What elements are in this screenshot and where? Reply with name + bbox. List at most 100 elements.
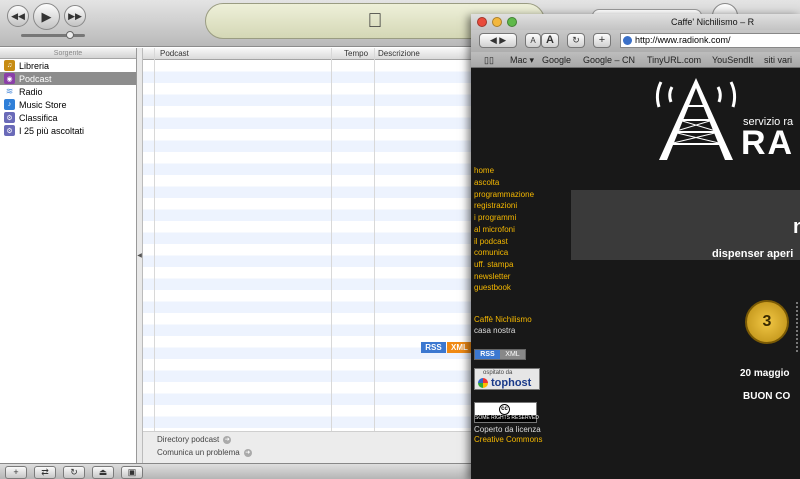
back-forward-button[interactable]: ◀ ▶ xyxy=(479,33,517,48)
source-item-podcast[interactable]: ◉ Podcast xyxy=(0,72,136,85)
cc-caption: Coperto da licenza xyxy=(474,425,541,434)
bookmark-label: Mac xyxy=(510,55,528,65)
nav-i-programmi[interactable]: i programmi xyxy=(474,213,516,222)
source-item-music-store[interactable]: ♪ Music Store xyxy=(0,98,136,111)
cc-rights-text: SOME RIGHTS RESERVED xyxy=(475,415,539,422)
add-bookmark-button[interactable]: + xyxy=(593,33,611,48)
web-content: servizio ra RA home ascolta programmazio… xyxy=(471,69,800,479)
text-smaller-button[interactable]: A xyxy=(525,33,541,48)
column-descrizione[interactable]: Descrizione xyxy=(378,49,420,58)
reload-button[interactable]: ↻ xyxy=(567,33,585,48)
nav-registrazioni[interactable]: registrazioni xyxy=(474,201,517,210)
source-item-label: I 25 più ascoltati xyxy=(19,125,85,136)
nav-programmazione[interactable]: programmazione xyxy=(474,190,534,199)
bookmark-tinyurl[interactable]: TinyURL.com xyxy=(647,55,701,65)
repeat-button[interactable]: ↻ xyxy=(63,466,85,479)
cc-link[interactable]: Creative Commons xyxy=(474,435,542,444)
play-button[interactable]: ▶ xyxy=(33,3,60,30)
xml-badge[interactable]: XML xyxy=(447,342,472,353)
source-item-top25[interactable]: ⚙ I 25 più ascoltati xyxy=(0,124,136,137)
column-divider xyxy=(374,48,375,431)
apple-logo-icon:  xyxy=(368,10,383,33)
source-item-libreria[interactable]: ♫ Libreria xyxy=(0,59,136,72)
safari-window: Caffe' Nichilismo – R ◀ ▶ A A ↻ + http:/… xyxy=(471,14,800,479)
playlist-icon: ⚙ xyxy=(4,125,15,136)
splitter-arrow-icon: ◀ xyxy=(137,253,142,259)
list-rows xyxy=(143,60,473,431)
nav-home[interactable]: home xyxy=(474,166,494,175)
minimize-icon[interactable] xyxy=(492,17,502,27)
radio-logo: servizio ra RA xyxy=(653,72,800,160)
tophost-logo-icon xyxy=(478,378,488,388)
podcast-list: Podcast Tempo Descrizione xyxy=(143,48,473,431)
bookmark-mac[interactable]: Mac ▾ xyxy=(510,55,534,66)
rss-xml-button[interactable]: RSS XML xyxy=(474,349,526,360)
tophost-brand: tophost xyxy=(491,377,532,389)
tophost-badge[interactable]: ospitato da tophost xyxy=(474,368,540,390)
bookmarks-book-icon[interactable]: ▯▯ xyxy=(484,55,494,66)
bookmark-google[interactable]: Google xyxy=(542,55,571,65)
report-problem-link[interactable]: Comunica un problema ➜ xyxy=(157,448,252,457)
greeting-text: BUON CO xyxy=(743,391,791,402)
bookmark-siti-vari[interactable]: siti vari xyxy=(764,55,792,65)
bookmark-google-cn[interactable]: Google – CN xyxy=(583,55,635,65)
visualizer-button[interactable]: ▣ xyxy=(121,466,143,479)
nav-guestbook[interactable]: guestbook xyxy=(474,283,511,292)
rss-badge[interactable]: RSS xyxy=(421,342,446,353)
window-title: Caffe' Nichilismo – R xyxy=(671,17,755,27)
source-item-classifica[interactable]: ⚙ Classifica xyxy=(0,111,136,124)
address-bar[interactable]: http://www.radionk.com/ xyxy=(620,33,800,48)
list-header: Podcast Tempo Descrizione xyxy=(143,48,473,60)
playlist-icon: ⚙ xyxy=(4,112,15,123)
source-item-label: Podcast xyxy=(19,73,52,84)
volume-knob[interactable] xyxy=(66,31,74,39)
nav-al-microfoni[interactable]: al microfoni xyxy=(474,225,515,234)
safari-titlebar: Caffe' Nichilismo – R xyxy=(471,14,800,30)
volume-slider[interactable] xyxy=(21,34,85,37)
add-playlist-button[interactable]: + xyxy=(5,466,27,479)
column-tempo[interactable]: Tempo xyxy=(344,49,368,58)
column-divider xyxy=(154,48,155,431)
list-footer: Directory podcast ➜ Comunica un problema ➜ xyxy=(143,431,473,463)
nav-newsletter[interactable]: newsletter xyxy=(474,272,510,281)
rss-badge: RSS xyxy=(475,350,500,359)
bookmark-yousendit[interactable]: YouSendIt xyxy=(712,55,753,65)
directory-podcast-link[interactable]: Directory podcast ➜ xyxy=(157,435,232,444)
safari-toolbar: ◀ ▶ A A ↻ + http://www.radionk.com/ xyxy=(471,30,800,52)
text-bigger-button[interactable]: A xyxy=(541,33,559,48)
column-divider xyxy=(331,48,332,431)
caffe-nichilismo-link[interactable]: Caffè Nichilismo xyxy=(474,315,532,324)
podcast-icon: ◉ xyxy=(4,73,15,84)
source-item-label: Libreria xyxy=(19,60,50,71)
nav-comunica[interactable]: comunica xyxy=(474,248,508,257)
arrow-right-icon: ➜ xyxy=(223,435,232,444)
close-icon[interactable] xyxy=(477,17,487,27)
nav-uff-stampa[interactable]: uff. stampa xyxy=(474,260,513,269)
source-item-radio[interactable]: ≋ Radio xyxy=(0,85,136,98)
shuffle-button[interactable]: ⇄ xyxy=(34,466,56,479)
directory-podcast-label: Directory podcast xyxy=(157,435,220,444)
award-medal-icon: 3 xyxy=(745,300,789,344)
zoom-icon[interactable] xyxy=(507,17,517,27)
source-item-label: Radio xyxy=(19,86,43,97)
caffe-subtitle: casa nostra xyxy=(474,326,516,335)
creative-commons-badge[interactable]: cc SOME RIGHTS RESERVED xyxy=(474,402,539,423)
medal-side-text xyxy=(796,302,800,352)
column-podcast[interactable]: Podcast xyxy=(160,49,189,58)
site-tagline: dispenser aperi xyxy=(712,248,794,260)
next-track-button[interactable]: ▶▶ xyxy=(64,5,86,27)
music-store-icon: ♪ xyxy=(4,99,15,110)
library-icon: ♫ xyxy=(4,60,15,71)
cc-icon: cc xyxy=(499,404,510,415)
source-list: Sorgente ♫ Libreria ◉ Podcast ≋ Radio ♪ … xyxy=(0,48,137,463)
nav-ascolta[interactable]: ascolta xyxy=(474,178,499,187)
report-problem-label: Comunica un problema xyxy=(157,448,240,457)
nav-il-podcast[interactable]: il podcast xyxy=(474,237,508,246)
arrow-right-icon: ➜ xyxy=(243,448,252,457)
previous-track-button[interactable]: ◀◀ xyxy=(7,5,29,27)
eject-button[interactable]: ⏏ xyxy=(92,466,114,479)
bookmarks-bar: ▯▯ Mac ▾ Google Google – CN TinyURL.com … xyxy=(471,52,800,68)
logo-wordmark: RA xyxy=(741,124,795,160)
globe-icon xyxy=(623,36,632,45)
medal-number: 3 xyxy=(762,313,772,330)
